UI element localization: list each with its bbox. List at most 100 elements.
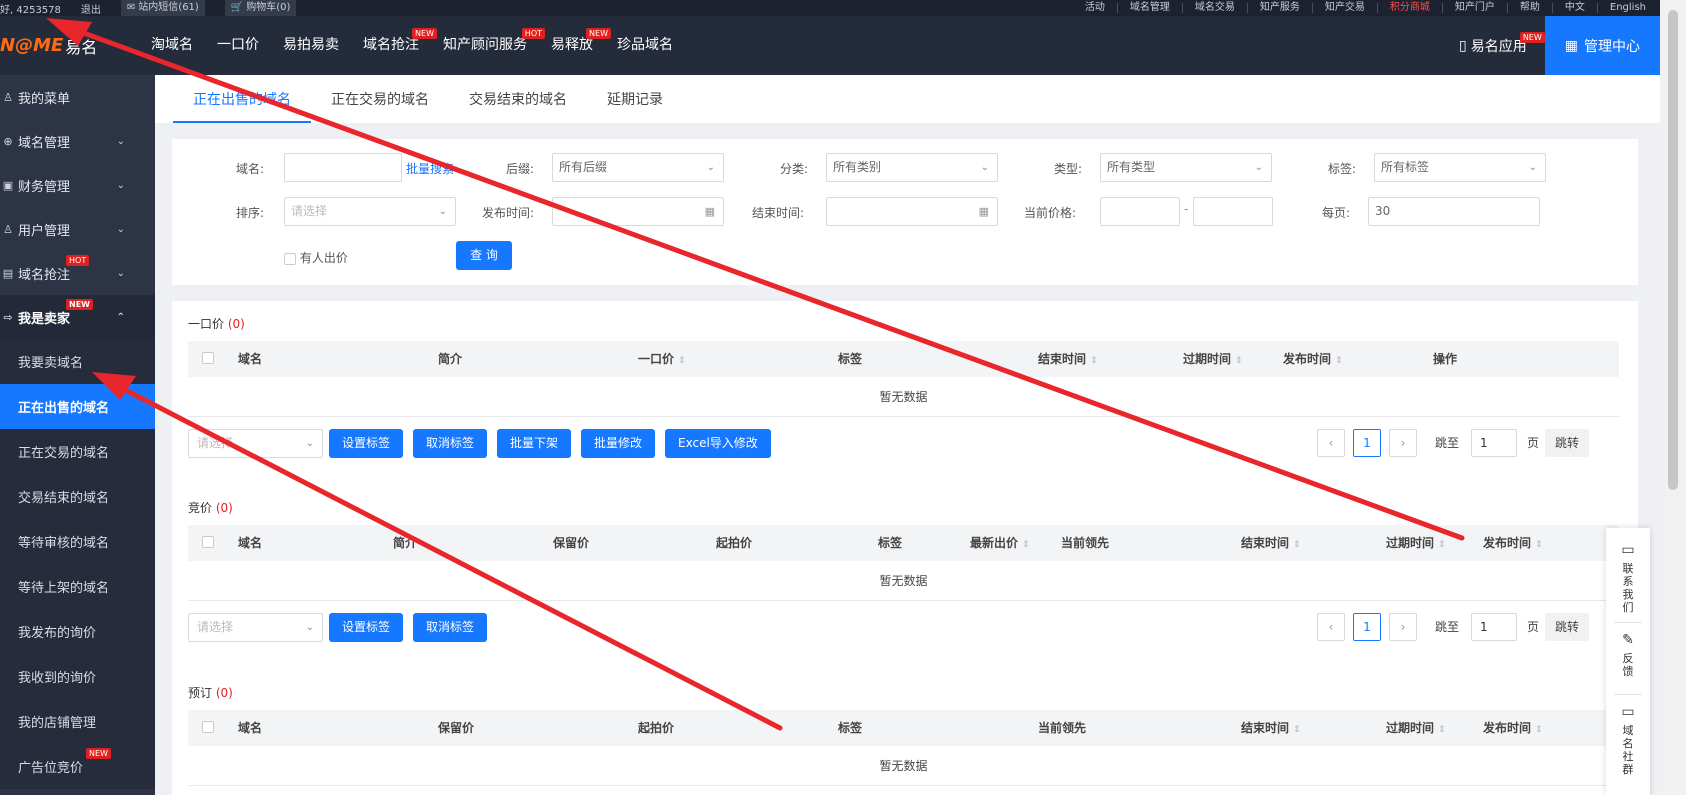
set-tag-button[interactable]: 设置标签	[329, 613, 404, 642]
sidebar-sub-my-inquiries[interactable]: 我发布的询价	[0, 609, 155, 654]
top-link-points-mall[interactable]: 积分商城	[1378, 3, 1443, 13]
category-label: 分类:	[780, 162, 809, 176]
sidebar-item-snatch[interactable]: ▤ 域名抢注 HOT ⌄	[0, 251, 155, 295]
sidebar-item-domain-manage[interactable]: ⊕ 域名管理 ⌄	[0, 119, 155, 163]
jump-button[interactable]: 跳转	[1545, 613, 1590, 641]
sidebar-item-my-menu[interactable]: ♙ 我的菜单	[0, 75, 155, 119]
sidebar-item-finance[interactable]: ▣ 财务管理 ⌄	[0, 163, 155, 207]
sidebar-sub-sell-domain[interactable]: 我要卖域名	[0, 339, 155, 384]
sidebar-sub-ad-bidding[interactable]: 广告位竞价 NEW	[0, 744, 155, 789]
lang-english[interactable]: English	[1598, 3, 1660, 13]
col-expire-time[interactable]: 过期时间 ⇕	[1183, 341, 1243, 379]
sidebar-sub-in-trade[interactable]: 正在交易的域名	[0, 429, 155, 474]
col-latest-bid[interactable]: 最新出价 ⇕	[970, 525, 1030, 563]
next-page-button[interactable]: ›	[1389, 429, 1417, 457]
nav-item-fixed-price[interactable]: 一口价	[205, 16, 271, 75]
category-select[interactable]: 所有类别 ⌄	[826, 153, 998, 182]
tab-extension-records[interactable]: 延期记录	[587, 77, 683, 123]
batch-delist-button[interactable]: 批量下架	[497, 429, 572, 458]
top-link-domain-manage[interactable]: 域名管理	[1118, 3, 1183, 13]
nav-item-auction[interactable]: 易拍易卖	[271, 16, 351, 75]
select-all-checkbox[interactable]	[202, 536, 214, 548]
manage-center-button[interactable]: ▦ 管理中心	[1544, 16, 1660, 75]
batch-search-link[interactable]: 批量搜索	[406, 160, 454, 177]
page-scrollbar[interactable]	[1660, 0, 1686, 795]
feedback-button[interactable]: ✎ 反 馈	[1606, 632, 1650, 678]
batch-edit-button[interactable]: 批量修改	[581, 429, 656, 458]
select-all-checkbox[interactable]	[202, 352, 214, 364]
contact-us-button[interactable]: ▭ 联 系 我 们	[1606, 542, 1650, 614]
col-publish-time[interactable]: 发布时间 ⇕	[1483, 710, 1543, 748]
nav-item-release[interactable]: 易释放 NEW	[539, 16, 611, 75]
nav-item-ip-consult[interactable]: 知产顾问服务 HOT	[431, 16, 545, 75]
jump-button[interactable]: 跳转	[1545, 429, 1590, 457]
excel-import-button[interactable]: Excel导入修改	[665, 429, 771, 458]
top-link-ip-portal[interactable]: 知产门户	[1443, 3, 1508, 13]
sidebar-item-users[interactable]: ♙ 用户管理 ⌄	[0, 207, 155, 251]
domain-input[interactable]	[284, 153, 402, 182]
top-link-help[interactable]: 帮助	[1508, 3, 1553, 13]
community-button[interactable]: ▭ 域 名 社 群	[1606, 704, 1650, 776]
query-button[interactable]: 查 询	[456, 241, 512, 270]
cancel-tag-button[interactable]: 取消标签	[413, 613, 488, 642]
select-all-checkbox[interactable]	[202, 721, 214, 733]
filter-panel: 域名: 批量搜索 后缀: 所有后缀 ⌄ 分类: 所有类别 ⌄ 类型: 所有类型 ⌄ 标…	[172, 139, 1638, 285]
price-max-input[interactable]	[1193, 197, 1273, 226]
col-expire-time[interactable]: 过期时间 ⇕	[1386, 525, 1446, 563]
top-link-ip-service[interactable]: 知产服务	[1248, 3, 1313, 13]
batch-select-auction[interactable]: 请选择 ⌄	[188, 613, 323, 642]
top-link-activity[interactable]: 活动	[1073, 3, 1118, 13]
batch-select-fixed[interactable]: 请选择 ⌄	[188, 429, 323, 458]
lang-chinese[interactable]: 中文	[1553, 3, 1598, 13]
publish-time-picker[interactable]: ▦	[552, 197, 724, 226]
has-bid-checkbox[interactable]: 有人出价	[284, 249, 348, 266]
price-min-input[interactable]	[1100, 197, 1180, 226]
page-jump-input[interactable]: 1	[1471, 429, 1517, 457]
set-tag-button[interactable]: 设置标签	[329, 429, 404, 458]
tag-select[interactable]: 所有标签 ⌄	[1374, 153, 1546, 182]
col-fixed-price[interactable]: 一口价 ⇕	[638, 341, 686, 379]
page-jump-input[interactable]: 1	[1471, 613, 1517, 641]
page-1-button[interactable]: 1	[1353, 613, 1381, 641]
cart-link[interactable]: 🛒 购物车(0)	[224, 0, 297, 16]
nav-item-snatch[interactable]: 域名抢注 NEW	[351, 16, 437, 75]
sidebar-sub-shop-manage[interactable]: 我的店铺管理	[0, 699, 155, 744]
cancel-tag-button[interactable]: 取消标签	[413, 429, 488, 458]
nav-item-tao[interactable]: 淘域名	[139, 16, 205, 75]
sidebar-sub-received-inquiries[interactable]: 我收到的询价	[0, 654, 155, 699]
prev-page-button[interactable]: ‹	[1317, 613, 1345, 641]
prev-page-button[interactable]: ‹	[1317, 429, 1345, 457]
logout-link[interactable]: 退出	[81, 1, 101, 16]
type-select[interactable]: 所有类型 ⌄	[1100, 153, 1272, 182]
scrollbar-thumb[interactable]	[1668, 10, 1678, 490]
tab-trade-ended[interactable]: 交易结束的域名	[449, 77, 587, 123]
col-end-time[interactable]: 结束时间 ⇕	[1241, 710, 1301, 748]
sort-select[interactable]: 请选择 ⌄	[284, 197, 456, 226]
apps-button[interactable]: ▯ 易名应用 NEW	[1441, 31, 1545, 56]
col-end-time[interactable]: 结束时间 ⇕	[1038, 341, 1098, 379]
top-link-ip-trade[interactable]: 知产交易	[1313, 3, 1378, 13]
tab-on-sale[interactable]: 正在出售的域名	[173, 77, 311, 123]
top-link-domain-trade[interactable]: 域名交易	[1183, 3, 1248, 13]
next-page-button[interactable]: ›	[1389, 613, 1417, 641]
tab-in-trade[interactable]: 正在交易的域名	[311, 77, 449, 123]
checkbox[interactable]	[284, 252, 296, 265]
page-1-button[interactable]: 1	[1353, 429, 1381, 457]
suffix-select[interactable]: 所有后缀 ⌄	[552, 153, 724, 182]
sidebar-item-seller[interactable]: ⇨ 我是卖家 NEW ⌃	[0, 295, 155, 339]
sidebar-sub-pending-review[interactable]: 等待审核的域名	[0, 519, 155, 564]
col-expire-time[interactable]: 过期时间 ⇕	[1386, 710, 1446, 748]
col-publish-time[interactable]: 发布时间 ⇕	[1483, 525, 1543, 563]
sidebar-sub-pending-listing[interactable]: 等待上架的域名	[0, 564, 155, 609]
col-publish-time[interactable]: 发布时间 ⇕	[1283, 341, 1343, 379]
messages-link[interactable]: ✉ 站内短信(61)	[120, 0, 205, 16]
col-reserve-price: 保留价	[553, 536, 590, 550]
sidebar-sub-trade-ended[interactable]: 交易结束的域名	[0, 474, 155, 519]
end-time-picker[interactable]: ▦	[826, 197, 998, 226]
nav-item-premium[interactable]: 珍品域名	[605, 16, 685, 75]
sort-icon: ⇕	[1335, 356, 1343, 366]
sidebar-sub-on-sale[interactable]: 正在出售的域名	[0, 384, 155, 429]
per-page-input[interactable]: 30	[1368, 197, 1540, 226]
site-logo[interactable]: N@ME 易名	[0, 16, 125, 75]
col-end-time[interactable]: 结束时间 ⇕	[1241, 525, 1301, 563]
